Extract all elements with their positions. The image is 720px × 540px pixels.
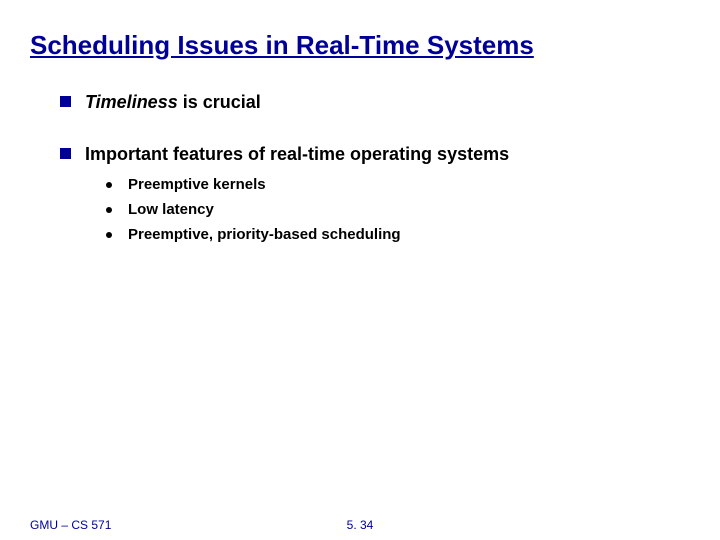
sub-text-3: Preemptive, priority-based scheduling (128, 224, 401, 245)
dot-bullet-icon (106, 232, 112, 238)
sub-item-2: Low latency (106, 199, 690, 220)
bullet-item-1: Timeliness is crucial (60, 91, 690, 114)
bullet-1-rest: is crucial (178, 92, 261, 112)
dot-bullet-icon (106, 207, 112, 213)
slide-title: Scheduling Issues in Real-Time Systems (30, 30, 690, 61)
bullet-text-2: Important features of real-time operatin… (85, 143, 509, 166)
sub-text-2: Low latency (128, 199, 214, 220)
footer-left: GMU – CS 571 (30, 518, 111, 532)
slide: Scheduling Issues in Real-Time Systems T… (0, 0, 720, 540)
sub-text-1: Preemptive kernels (128, 174, 266, 195)
sub-item-1: Preemptive kernels (106, 174, 690, 195)
footer-slide-number: 5. 34 (347, 518, 374, 532)
bullet-text-1: Timeliness is crucial (85, 91, 261, 114)
bullet-item-2: Important features of real-time operatin… (60, 143, 690, 166)
dot-bullet-icon (106, 182, 112, 188)
sub-item-3: Preemptive, priority-based scheduling (106, 224, 690, 245)
square-bullet-icon (60, 148, 71, 159)
bullet-1-italic: Timeliness (85, 92, 178, 112)
square-bullet-icon (60, 96, 71, 107)
